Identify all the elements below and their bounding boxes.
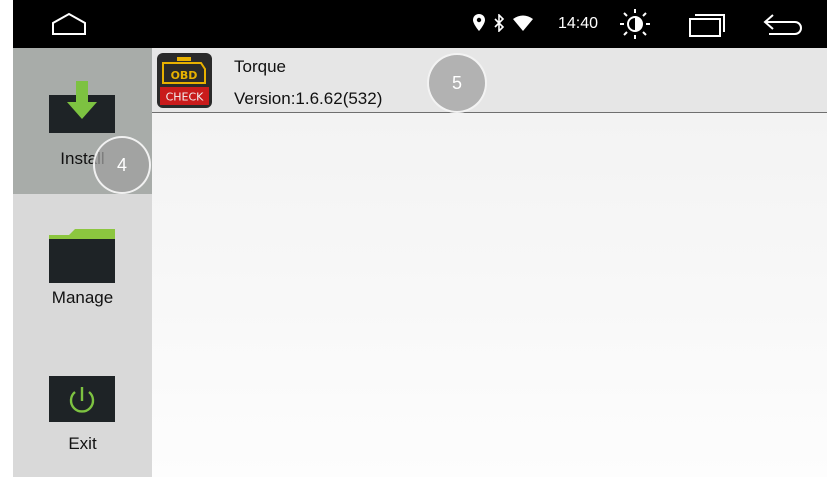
download-icon xyxy=(49,81,115,138)
obd-check-icon: OBD CHECK xyxy=(157,53,212,113)
app-version: Version:1.6.62(532) xyxy=(234,89,383,108)
location-icon xyxy=(473,14,485,37)
icon-text-obd: OBD xyxy=(171,69,198,82)
power-icon xyxy=(49,376,115,427)
status-bar: 14:40 xyxy=(13,0,827,48)
step-badge-install: 4 xyxy=(93,136,151,194)
bluetooth-icon xyxy=(493,13,505,37)
sidebar-item-label: Manage xyxy=(51,288,114,307)
sidebar-item-exit[interactable]: Exit xyxy=(13,336,152,477)
step-badge-app: 5 xyxy=(427,53,487,113)
list-item-torque[interactable]: OBD CHECK Torque Version:1.6.62(532) 5 xyxy=(152,48,827,113)
sidebar-item-label: Exit xyxy=(68,434,97,453)
app-name: Torque xyxy=(234,57,286,76)
home-icon[interactable] xyxy=(51,12,87,41)
recent-apps-icon[interactable] xyxy=(689,13,725,42)
icon-text-check: CHECK xyxy=(166,91,205,104)
brightness-icon[interactable] xyxy=(619,8,651,45)
app-window: 14:40 Install Manage Exit 4 OBD CHECK To… xyxy=(13,0,827,477)
sidebar: Install Manage Exit 4 xyxy=(13,48,152,477)
folder-icon xyxy=(49,229,115,288)
sidebar-item-manage[interactable]: Manage xyxy=(13,194,152,336)
wifi-icon xyxy=(513,15,533,36)
clock: 14:40 xyxy=(558,15,599,32)
app-list-panel: OBD CHECK Torque Version:1.6.62(532) 5 xyxy=(152,48,827,477)
back-icon[interactable] xyxy=(763,13,805,42)
